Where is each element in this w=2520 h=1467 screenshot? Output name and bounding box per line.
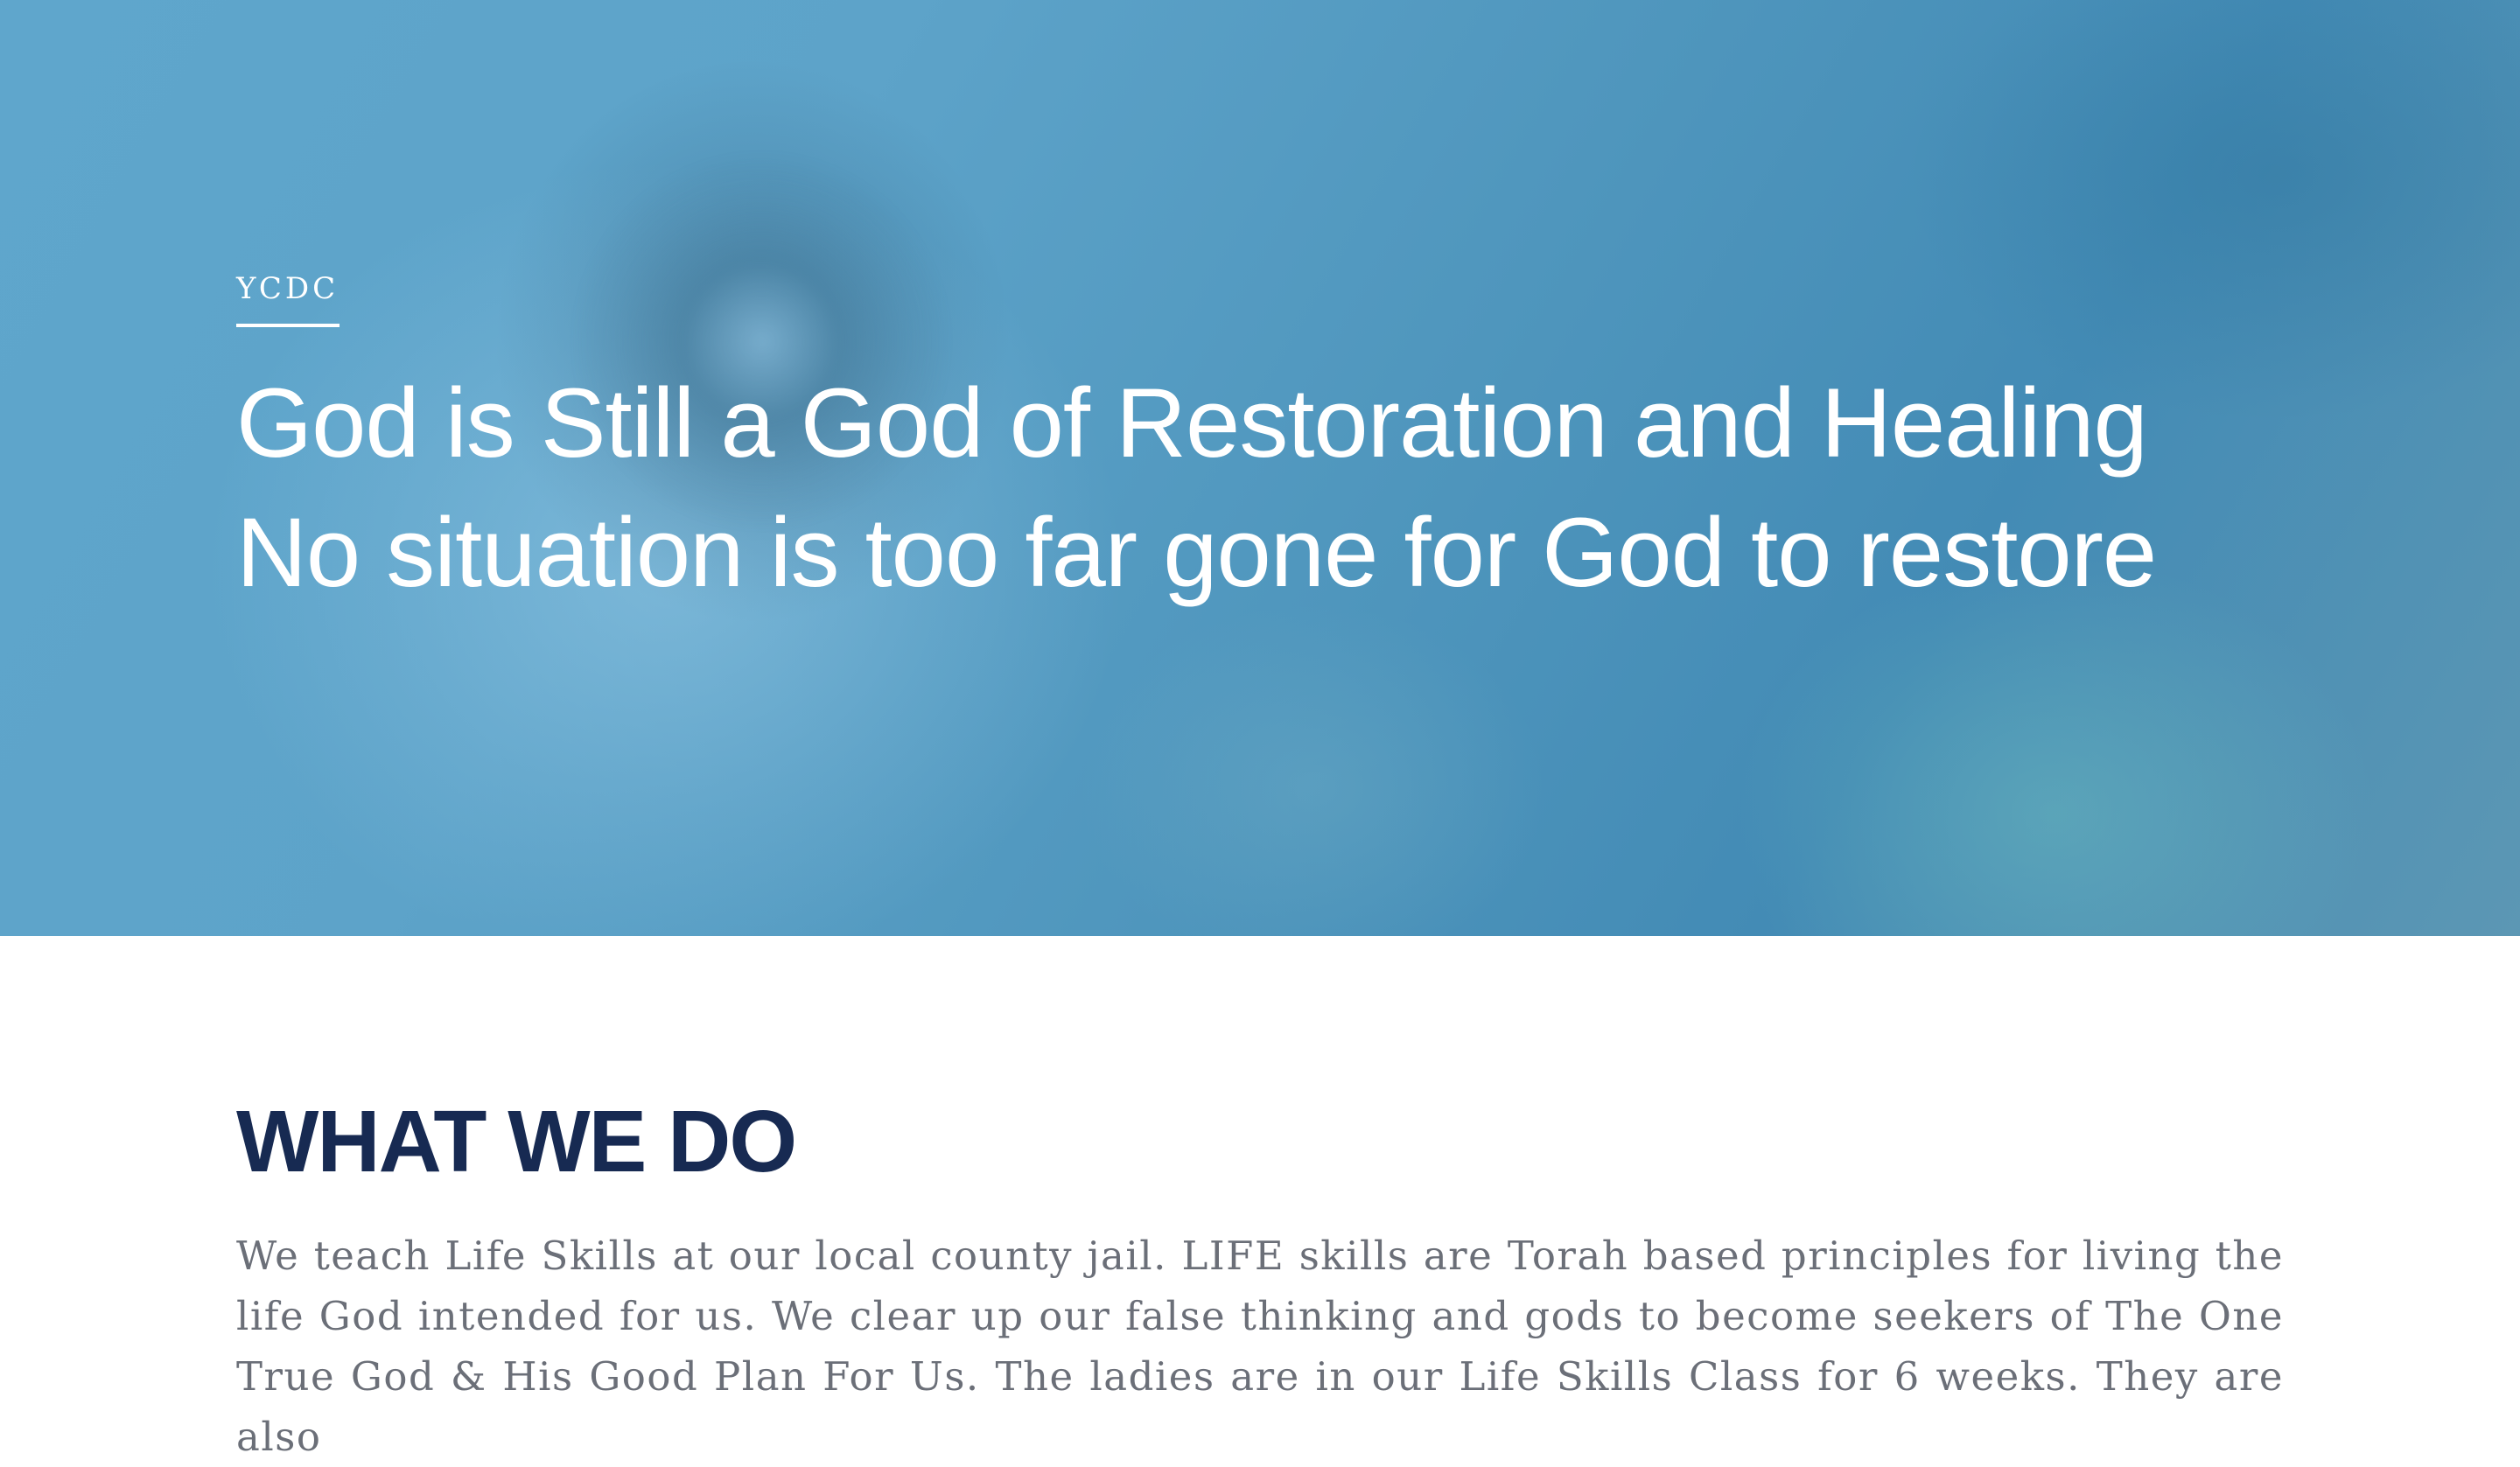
hero-eyebrow: YCDC (236, 271, 340, 327)
section-heading: WHAT WE DO (236, 1093, 797, 1191)
hero-banner: YCDC God is Still a God of Restoration a… (0, 0, 2520, 936)
hero-title-line-1: God is Still a God of Restoration and He… (236, 368, 2148, 478)
hero-title-line-2: No situation is too far gone for God to … (236, 498, 2157, 607)
what-we-do-section: WHAT WE DO We teach Life Skills at our l… (236, 1089, 2284, 1467)
hero-content: YCDC God is Still a God of Restoration a… (236, 271, 2301, 618)
hero-title: God is Still a God of Restoration and He… (236, 359, 2301, 618)
